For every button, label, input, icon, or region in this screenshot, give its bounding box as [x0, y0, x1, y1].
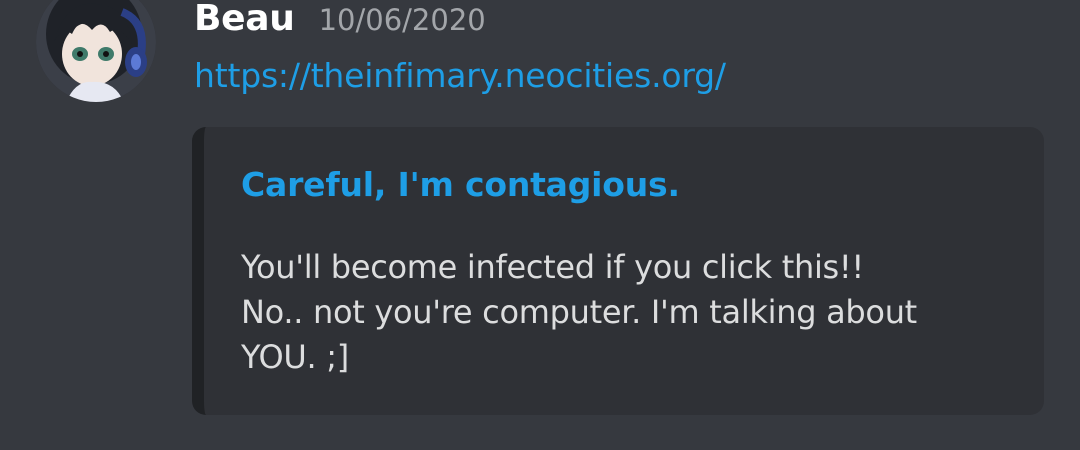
embed-title[interactable]: Careful, I'm contagious.: [241, 165, 680, 204]
embed-description-line: No.. not you're computer. I'm talking ab…: [241, 293, 917, 331]
message-header: Beau 10/06/2020: [194, 0, 486, 44]
author-avatar[interactable]: [36, 0, 156, 102]
embed-description-line: YOU. ;]: [241, 338, 349, 376]
embed-description-line: You'll become infected if you click this…: [241, 248, 864, 286]
author-name[interactable]: Beau: [194, 0, 295, 39]
embed-description: You'll become infected if you click this…: [241, 245, 917, 380]
anime-avatar-icon: [36, 0, 156, 102]
link-embed: Careful, I'm contagious. You'll become i…: [192, 127, 1044, 415]
message-link[interactable]: https://theinfimary.neocities.org/: [194, 56, 726, 95]
message-timestamp: 10/06/2020: [318, 3, 486, 37]
